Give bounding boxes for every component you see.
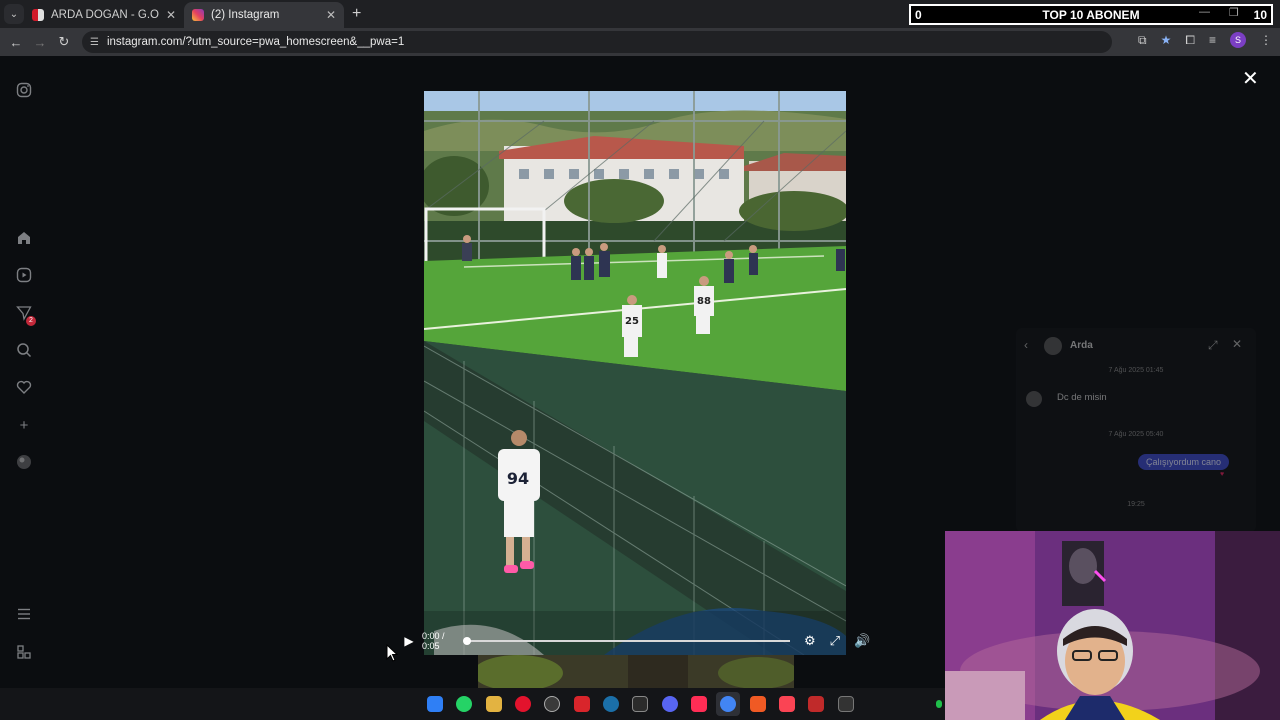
video-time: 0:00 / 0:05	[422, 631, 445, 651]
media-control-icon[interactable]: ≡	[1209, 33, 1216, 47]
tab-search-button[interactable]: ⌄	[4, 4, 24, 24]
terminal-icon[interactable]	[838, 696, 854, 712]
restore-icon[interactable]: ❐	[1229, 6, 1239, 19]
tab-title: ARDA DOĞAN - G.O.P.VENÜS	[51, 9, 160, 21]
close-chat-icon[interactable]: ✕	[1232, 337, 1242, 351]
chrome-icon[interactable]	[720, 696, 736, 712]
goal-current-value: 0	[915, 7, 922, 22]
install-app-icon[interactable]: ⧉	[1138, 33, 1147, 48]
reaction-heart-icon: ♥	[1220, 471, 1225, 478]
streamer-camera-image	[945, 531, 1280, 720]
instagram-favicon-icon	[192, 9, 204, 21]
seek-knob[interactable]	[463, 637, 471, 645]
heart-icon[interactable]	[14, 379, 34, 399]
tab-title: (2) Instagram	[211, 9, 280, 21]
url-text: instagram.com/?utm_source=pwa_homescreen…	[106, 36, 405, 48]
windows-start-icon[interactable]	[427, 696, 443, 712]
home-icon[interactable]	[14, 230, 34, 250]
play-icon[interactable]: ▶	[398, 634, 420, 648]
goal-target-value: 10	[1253, 7, 1267, 22]
expand-icon[interactable]: ⤢	[1208, 338, 1218, 353]
app-red-icon[interactable]	[574, 696, 590, 712]
player-number-88: 88	[697, 296, 711, 307]
instagram-sidebar: 2 +	[0, 58, 48, 688]
incoming-message: Dc de misin	[1057, 392, 1107, 403]
goalkeeper-figure	[462, 235, 472, 261]
settings-gear-icon[interactable]: ⚙	[804, 633, 816, 649]
instagram-logo-icon[interactable]	[14, 82, 34, 102]
video-seek-bar[interactable]	[463, 637, 790, 645]
message-timestamp: 19:25	[1127, 501, 1145, 508]
flag-favicon-icon	[32, 9, 44, 21]
volume-icon[interactable]: 🔊	[854, 633, 870, 649]
messages-badge: 2	[26, 316, 36, 326]
video-frame: 88 25 94	[424, 91, 846, 655]
message-timestamp: 7 Ağu 2025 01:45	[1108, 367, 1164, 374]
bookmark-star-icon[interactable]: ★	[1161, 33, 1172, 47]
more-icon[interactable]	[14, 644, 34, 664]
reload-icon[interactable]: ↻	[52, 34, 76, 50]
profile-icon[interactable]	[14, 454, 34, 474]
site-info-icon[interactable]: ☰	[90, 37, 99, 48]
player-number-25: 25	[625, 316, 639, 327]
mouse-cursor-icon	[386, 644, 398, 662]
tab-arda[interactable]: ARDA DOĞAN - G.O.P.VENÜS ✕	[24, 2, 184, 28]
folder-icon[interactable]	[486, 696, 502, 712]
search-icon[interactable]	[14, 342, 34, 362]
fullscreen-icon[interactable]: ⤢	[830, 633, 840, 649]
tiktok-icon[interactable]	[691, 696, 707, 712]
address-bar[interactable]: ☰ instagram.com/?utm_source=pwa_homescre…	[82, 31, 1112, 53]
create-icon[interactable]: +	[14, 416, 34, 436]
new-tab-button[interactable]: +	[352, 5, 361, 23]
profile-avatar[interactable]: S	[1230, 32, 1246, 48]
webcam-overlay	[945, 531, 1280, 720]
extensions-icon[interactable]: ⧠	[1185, 33, 1195, 48]
video-player[interactable]: 88 25 94	[424, 91, 846, 655]
tab-instagram[interactable]: (2) Instagram ✕	[184, 2, 344, 28]
valorant-icon[interactable]	[779, 696, 795, 712]
dm-chat-window: ‹ Arda ⤢ ✕ 7 Ağu 2025 01:45 Dc de misin …	[1016, 328, 1256, 532]
windows-taskbar	[0, 688, 945, 720]
back-chevron-icon[interactable]: ‹	[1024, 338, 1028, 352]
close-tab-icon[interactable]: ✕	[326, 8, 336, 22]
chat-contact-name[interactable]: Arda	[1070, 340, 1093, 351]
app-orange-icon[interactable]	[750, 696, 766, 712]
menu-icon[interactable]	[14, 606, 34, 626]
chat-avatar[interactable]	[1044, 337, 1062, 355]
message-timestamp: 7 Ağu 2025 05:40	[1108, 431, 1164, 438]
sender-avatar	[1026, 391, 1042, 407]
obs-icon[interactable]	[544, 696, 560, 712]
close-modal-icon[interactable]: ✕	[1242, 66, 1259, 91]
opera-icon[interactable]	[515, 696, 531, 712]
epic-games-icon[interactable]	[632, 696, 648, 712]
subscriber-goal-overlay: 0 TOP 10 ABONEM 10	[909, 4, 1273, 25]
outgoing-message: Çalışıyordum cano	[1138, 454, 1230, 470]
next-video-preview	[473, 655, 798, 691]
browser-toolbar: ← → ↻ ☰ instagram.com/?utm_source=pwa_ho…	[0, 28, 1280, 56]
back-icon[interactable]: ←	[4, 35, 28, 50]
reels-icon[interactable]	[14, 267, 34, 287]
app-stripe-icon[interactable]	[808, 696, 824, 712]
player-number-94: 94	[507, 469, 529, 488]
forward-icon[interactable]: →	[28, 35, 52, 50]
tray-indicator-icon	[936, 700, 942, 708]
kebab-menu-icon[interactable]: ⋮	[1260, 33, 1272, 47]
whatsapp-icon[interactable]	[456, 696, 472, 712]
goal-title: TOP 10 ABONEM	[1042, 7, 1140, 22]
chevron-down-icon: ⌄	[9, 8, 19, 20]
video-controls: ▶ 0:00 / 0:05 ⚙ ⤢ 🔊	[398, 630, 872, 652]
close-tab-icon[interactable]: ✕	[166, 8, 176, 22]
discord-icon[interactable]	[662, 696, 678, 712]
steam-icon[interactable]	[603, 696, 619, 712]
minimize-icon[interactable]: —	[1199, 6, 1210, 18]
